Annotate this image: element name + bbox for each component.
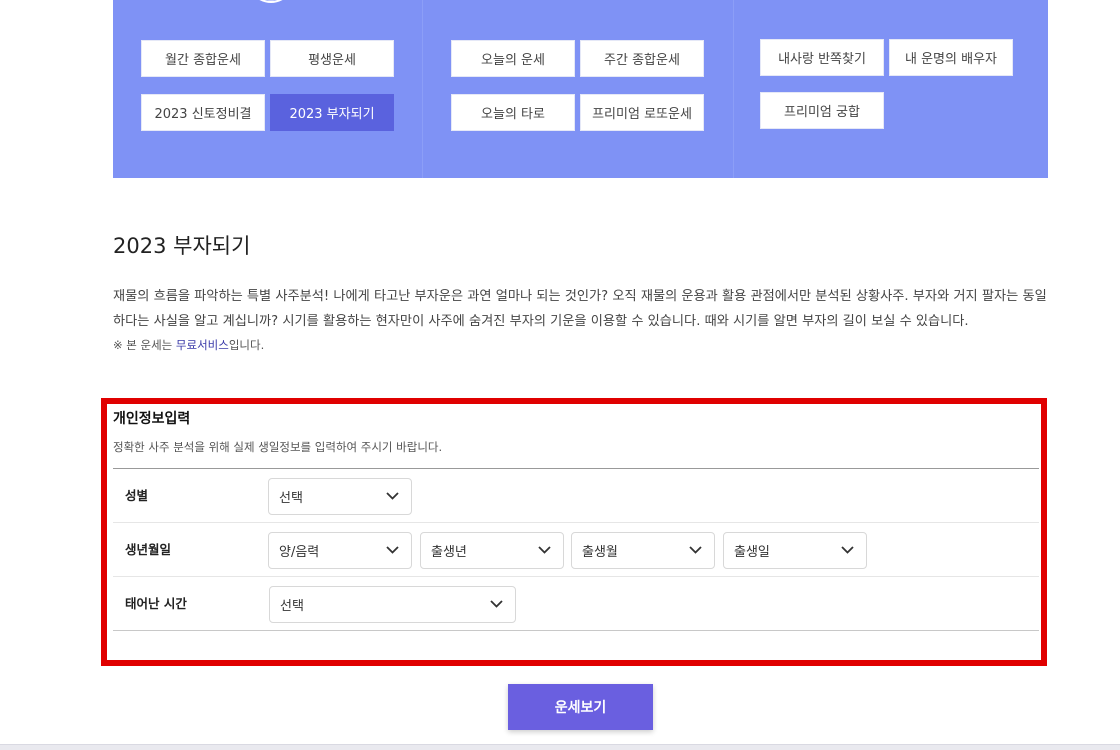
heart-pin-icon — [884, 0, 914, 6]
menu-premium-lotto-button[interactable]: 프리미엄 로또운세 — [580, 94, 704, 131]
menu-find-partner-button[interactable]: 내사랑 반쪽찾기 — [760, 39, 884, 76]
window-bottom-edge — [0, 744, 1120, 750]
gender-label: 성별 — [125, 488, 149, 503]
menu-today-tarot-button[interactable]: 오늘의 타로 — [451, 94, 575, 131]
menu-destined-spouse-button[interactable]: 내 운명의 배우자 — [889, 39, 1013, 76]
chevron-down-icon — [490, 600, 503, 608]
menu-become-rich-button[interactable]: 2023 부자되기 — [270, 94, 394, 131]
birth-year-select[interactable]: 출생년 — [420, 532, 564, 569]
menu-column-love: 내사랑 반쪽찾기 내 운명의 배우자 프리미엄 궁합 — [733, 0, 1048, 178]
free-service-note: ※ 본 운세는 무료서비스입니다. — [113, 337, 264, 353]
birthdate-label: 생년월일 — [125, 542, 172, 557]
menu-tojeong-button[interactable]: 2023 신토정비결 — [141, 94, 265, 131]
birthdate-row: 생년월일 양/음력 출생년 출생월 출생일 — [113, 523, 1039, 577]
personal-info-form: 성별 선택 생년월일 양/음력 출생년 출생월 출생일 태어난 시간 선택 — [113, 468, 1039, 631]
form-title: 개인정보입력 — [113, 411, 191, 427]
view-fortune-button[interactable]: 운세보기 — [508, 684, 653, 730]
gender-select-value: 선택 — [279, 491, 303, 506]
free-service-link[interactable]: 무료서비스 — [176, 338, 229, 352]
menu-premium-compatibility-button[interactable]: 프리미엄 궁합 — [760, 92, 884, 129]
birth-day-select[interactable]: 출생일 — [723, 532, 867, 569]
menu-column-saju: 월간 종합운세 평생운세 2023 신토정비결 2023 부자되기 — [113, 0, 422, 178]
chevron-down-icon — [386, 492, 399, 500]
chevron-down-icon — [689, 546, 702, 554]
page-description: 재물의 흐름을 파악하는 특별 사주분석! 나에게 타고난 부자운은 과연 얼마… — [113, 289, 1047, 329]
chevron-down-icon — [538, 546, 551, 554]
form-subtitle: 정확한 사주 분석을 위해 실제 생일정보를 입력하여 주시기 바랍니다. — [113, 440, 443, 454]
calendar-type-select[interactable]: 양/음력 — [268, 532, 412, 569]
chevron-down-icon — [841, 546, 854, 554]
birth-month-value: 출생월 — [582, 545, 618, 560]
birth-year-value: 출생년 — [431, 545, 467, 560]
birth-month-select[interactable]: 출생월 — [571, 532, 715, 569]
menu-weekly-fortune-button[interactable]: 주간 종합운세 — [580, 40, 704, 77]
gender-select[interactable]: 선택 — [268, 478, 412, 515]
birth-time-label: 태어난 시간 — [125, 596, 187, 611]
calendar-type-value: 양/음력 — [279, 545, 320, 560]
chevron-down-icon — [386, 546, 399, 554]
birth-time-select[interactable]: 선택 — [269, 586, 516, 623]
wifi-icon — [251, 0, 283, 6]
note-suffix: 입니다. — [228, 338, 265, 352]
page-title: 2023 부자되기 — [113, 234, 251, 258]
menu-column-daily: 오늘의 운세 주간 종합운세 오늘의 타로 프리미엄 로또운세 — [422, 0, 733, 178]
gender-row: 성별 선택 — [113, 469, 1039, 523]
birth-time-row: 태어난 시간 선택 — [113, 577, 1039, 631]
birth-time-value: 선택 — [280, 599, 304, 614]
menu-lifetime-fortune-button[interactable]: 평생운세 — [270, 40, 394, 77]
fortune-menu-band: 월간 종합운세 평생운세 2023 신토정비결 2023 부자되기 오늘의 운세… — [113, 0, 1048, 178]
menu-monthly-fortune-button[interactable]: 월간 종합운세 — [141, 40, 265, 77]
birth-day-value: 출생일 — [734, 545, 770, 560]
pin-icon — [573, 0, 603, 6]
menu-today-fortune-button[interactable]: 오늘의 운세 — [451, 40, 575, 77]
note-prefix: ※ 본 운세는 — [113, 338, 176, 352]
